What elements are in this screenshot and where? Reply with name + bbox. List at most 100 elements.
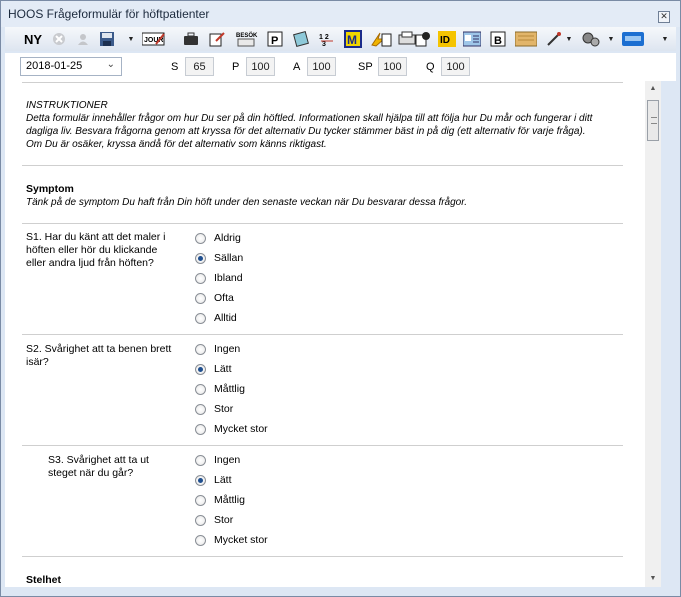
- option-label: Sällan: [214, 252, 244, 264]
- tools-dropdown-icon[interactable]: ▼: [565, 30, 573, 48]
- option-label: Stor: [214, 403, 234, 415]
- svg-text:3: 3: [322, 41, 326, 47]
- option-s3-mycket-stor[interactable]: Mycket stor: [195, 530, 268, 550]
- option-s3-ingen[interactable]: Ingen: [195, 450, 240, 470]
- option-s2-mattlig[interactable]: Måttlig: [195, 379, 245, 399]
- radio-button[interactable]: [195, 494, 206, 506]
- close-button[interactable]: ✕: [658, 11, 670, 23]
- option-label: Måttlig: [214, 494, 245, 506]
- radio-button[interactable]: [195, 514, 206, 526]
- gears-dropdown-icon[interactable]: ▼: [607, 30, 615, 48]
- briefcase-icon[interactable]: [181, 30, 201, 48]
- divider: [22, 556, 623, 557]
- radio-button[interactable]: [195, 232, 206, 244]
- option-s2-latt[interactable]: Lätt: [195, 359, 232, 379]
- date-select[interactable]: 2018-01-25 ⌄: [20, 57, 122, 76]
- save-dropdown-icon[interactable]: ▼: [127, 30, 135, 48]
- option-s1-ofta[interactable]: Ofta: [195, 288, 234, 308]
- chevron-down-icon: ⌄: [106, 59, 115, 70]
- radio-button[interactable]: [195, 312, 206, 324]
- id-icon[interactable]: ID: [437, 30, 457, 48]
- param-value-q: 100: [441, 57, 470, 76]
- divider: [22, 334, 623, 335]
- param-label-p: P: [232, 61, 240, 73]
- radio-button[interactable]: [195, 383, 206, 395]
- param-value-s: 65: [185, 57, 214, 76]
- option-s1-alltid[interactable]: Alltid: [195, 308, 237, 328]
- p-icon[interactable]: P: [265, 30, 285, 48]
- b-icon[interactable]: B: [488, 30, 508, 48]
- option-s1-aldrig[interactable]: Aldrig: [195, 228, 241, 248]
- vertical-scrollbar[interactable]: ▲ ▼: [645, 81, 661, 587]
- divider: [22, 165, 623, 166]
- note-icon[interactable]: [291, 30, 311, 48]
- option-s1-ibland[interactable]: Ibland: [195, 268, 243, 288]
- option-s2-stor[interactable]: Stor: [195, 399, 233, 419]
- save-icon[interactable]: [97, 30, 117, 48]
- radio-button-selected[interactable]: [195, 252, 206, 264]
- gears-icon[interactable]: [581, 30, 601, 48]
- option-label: Ibland: [214, 272, 243, 284]
- option-s3-stor[interactable]: Stor: [195, 510, 233, 530]
- option-label: Ofta: [214, 292, 234, 304]
- param-label-s: S: [171, 61, 179, 73]
- toolbar-overflow-icon[interactable]: ▼: [661, 30, 669, 48]
- scroll-thumb[interactable]: [647, 100, 659, 141]
- phone-icon[interactable]: [413, 30, 433, 48]
- option-s2-ingen[interactable]: Ingen: [195, 339, 240, 359]
- svg-text:M: M: [347, 33, 357, 47]
- param-value-sp: 100: [378, 57, 407, 76]
- radio-button[interactable]: [195, 272, 206, 284]
- radio-button[interactable]: [195, 454, 206, 466]
- besok-icon[interactable]: BESÖK: [235, 30, 259, 48]
- param-label-sp: SP: [358, 61, 373, 73]
- option-label: Lätt: [214, 474, 232, 486]
- option-s3-mattlig[interactable]: Måttlig: [195, 490, 245, 510]
- app-window: HOOS Frågeformulär för höftpatienter ✕ N…: [0, 0, 681, 597]
- radio-button[interactable]: [195, 343, 206, 355]
- radio-button[interactable]: [195, 423, 206, 435]
- lightning-icon[interactable]: [369, 30, 393, 48]
- question-s3: S3. Svårighet att ta ut steget när du gå…: [48, 454, 149, 479]
- divider: [22, 82, 623, 83]
- option-s1-sallan[interactable]: Sällan: [195, 248, 243, 268]
- option-s3-latt[interactable]: Lätt: [195, 470, 232, 490]
- divider: [22, 445, 623, 446]
- param-label-a: A: [293, 61, 301, 73]
- journal-icon[interactable]: JOUR: [141, 30, 167, 48]
- form-content: INSTRUKTIONER Detta formulär innehåller …: [5, 81, 645, 587]
- title-bar: HOOS Frågeformulär för höftpatienter ✕: [1, 1, 680, 27]
- svg-text:B: B: [494, 35, 502, 47]
- svg-text:P: P: [271, 35, 278, 47]
- user-icon[interactable]: [73, 30, 93, 48]
- m-icon[interactable]: M: [343, 30, 363, 48]
- map-icon[interactable]: [515, 30, 537, 48]
- radio-button-selected[interactable]: [195, 363, 206, 375]
- option-label: Lätt: [214, 363, 232, 375]
- param-label-q: Q: [426, 61, 435, 73]
- svg-text:ID: ID: [440, 35, 450, 46]
- option-label: Alltid: [214, 312, 237, 324]
- stop-icon[interactable]: [49, 30, 69, 48]
- param-value-a: 100: [307, 57, 336, 76]
- radio-button[interactable]: [195, 292, 206, 304]
- date-value: 2018-01-25: [26, 60, 83, 72]
- option-label: Mycket stor: [214, 423, 268, 435]
- option-s2-mycket-stor[interactable]: Mycket stor: [195, 419, 268, 439]
- tools-icon[interactable]: [545, 30, 565, 48]
- radio-button[interactable]: [195, 534, 206, 546]
- section-title-stelhet: Stelhet: [26, 574, 62, 586]
- new-button[interactable]: NY: [21, 30, 45, 48]
- instructions-heading: INSTRUKTIONER: [26, 100, 108, 111]
- numbers-icon[interactable]: 1 23: [317, 30, 337, 48]
- software-icon[interactable]: [622, 30, 644, 48]
- card-icon[interactable]: [462, 30, 482, 48]
- radio-button[interactable]: [195, 403, 206, 415]
- radio-button-selected[interactable]: [195, 474, 206, 486]
- edit-icon[interactable]: [207, 30, 227, 48]
- option-label: Aldrig: [214, 232, 241, 244]
- scroll-down-icon[interactable]: ▼: [645, 571, 661, 587]
- grip-icon: [651, 117, 657, 124]
- scroll-up-icon[interactable]: ▲: [645, 81, 661, 97]
- question-s1: S1. Har du känt att det maler i höften e…: [26, 231, 166, 269]
